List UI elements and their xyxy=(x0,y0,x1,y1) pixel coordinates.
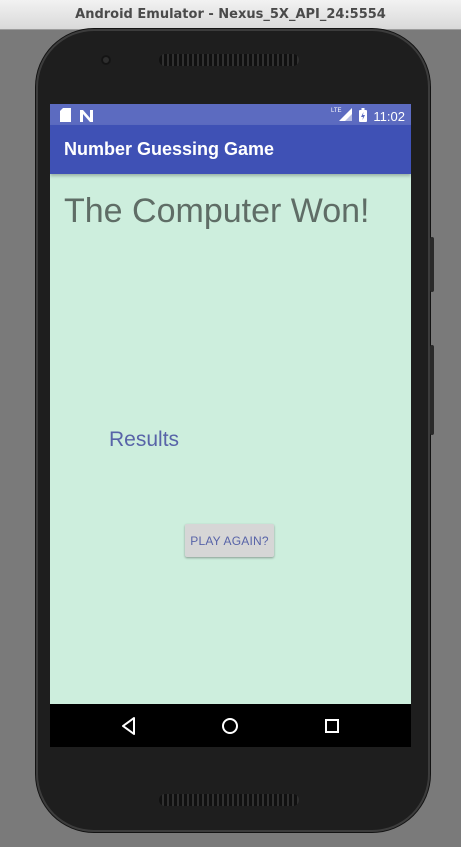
volume-button[interactable] xyxy=(430,345,434,435)
emulator-title-bar[interactable]: Android Emulator - Nexus_5X_API_24:5554 xyxy=(0,0,461,30)
play-again-button[interactable]: PLAY AGAIN? xyxy=(185,524,274,557)
device-screen: LTE 11:02 Number Guessing Game The Compu… xyxy=(50,104,411,747)
signal-icon: LTE xyxy=(331,106,353,126)
n-notification-icon xyxy=(80,107,93,126)
power-button[interactable] xyxy=(430,237,434,292)
app-bar: Number Guessing Game xyxy=(50,125,411,174)
app-title: Number Guessing Game xyxy=(64,139,275,159)
top-speaker-grille xyxy=(159,54,299,66)
status-time: 11:02 xyxy=(373,108,405,124)
results-label: Results xyxy=(109,428,180,451)
status-bar: LTE 11:02 xyxy=(50,104,411,125)
bottom-speaker-grille xyxy=(159,794,299,806)
recents-icon[interactable] xyxy=(320,714,344,738)
battery-icon xyxy=(359,107,368,126)
emulator-title: Android Emulator - Nexus_5X_API_24:5554 xyxy=(75,7,386,22)
back-icon[interactable] xyxy=(117,714,141,738)
front-camera xyxy=(101,55,111,65)
network-type-label: LTE xyxy=(331,108,342,114)
home-icon[interactable] xyxy=(218,714,242,738)
navigation-bar xyxy=(50,704,411,747)
sd-card-icon xyxy=(60,107,71,126)
result-headline: The Computer Won! xyxy=(64,192,370,230)
